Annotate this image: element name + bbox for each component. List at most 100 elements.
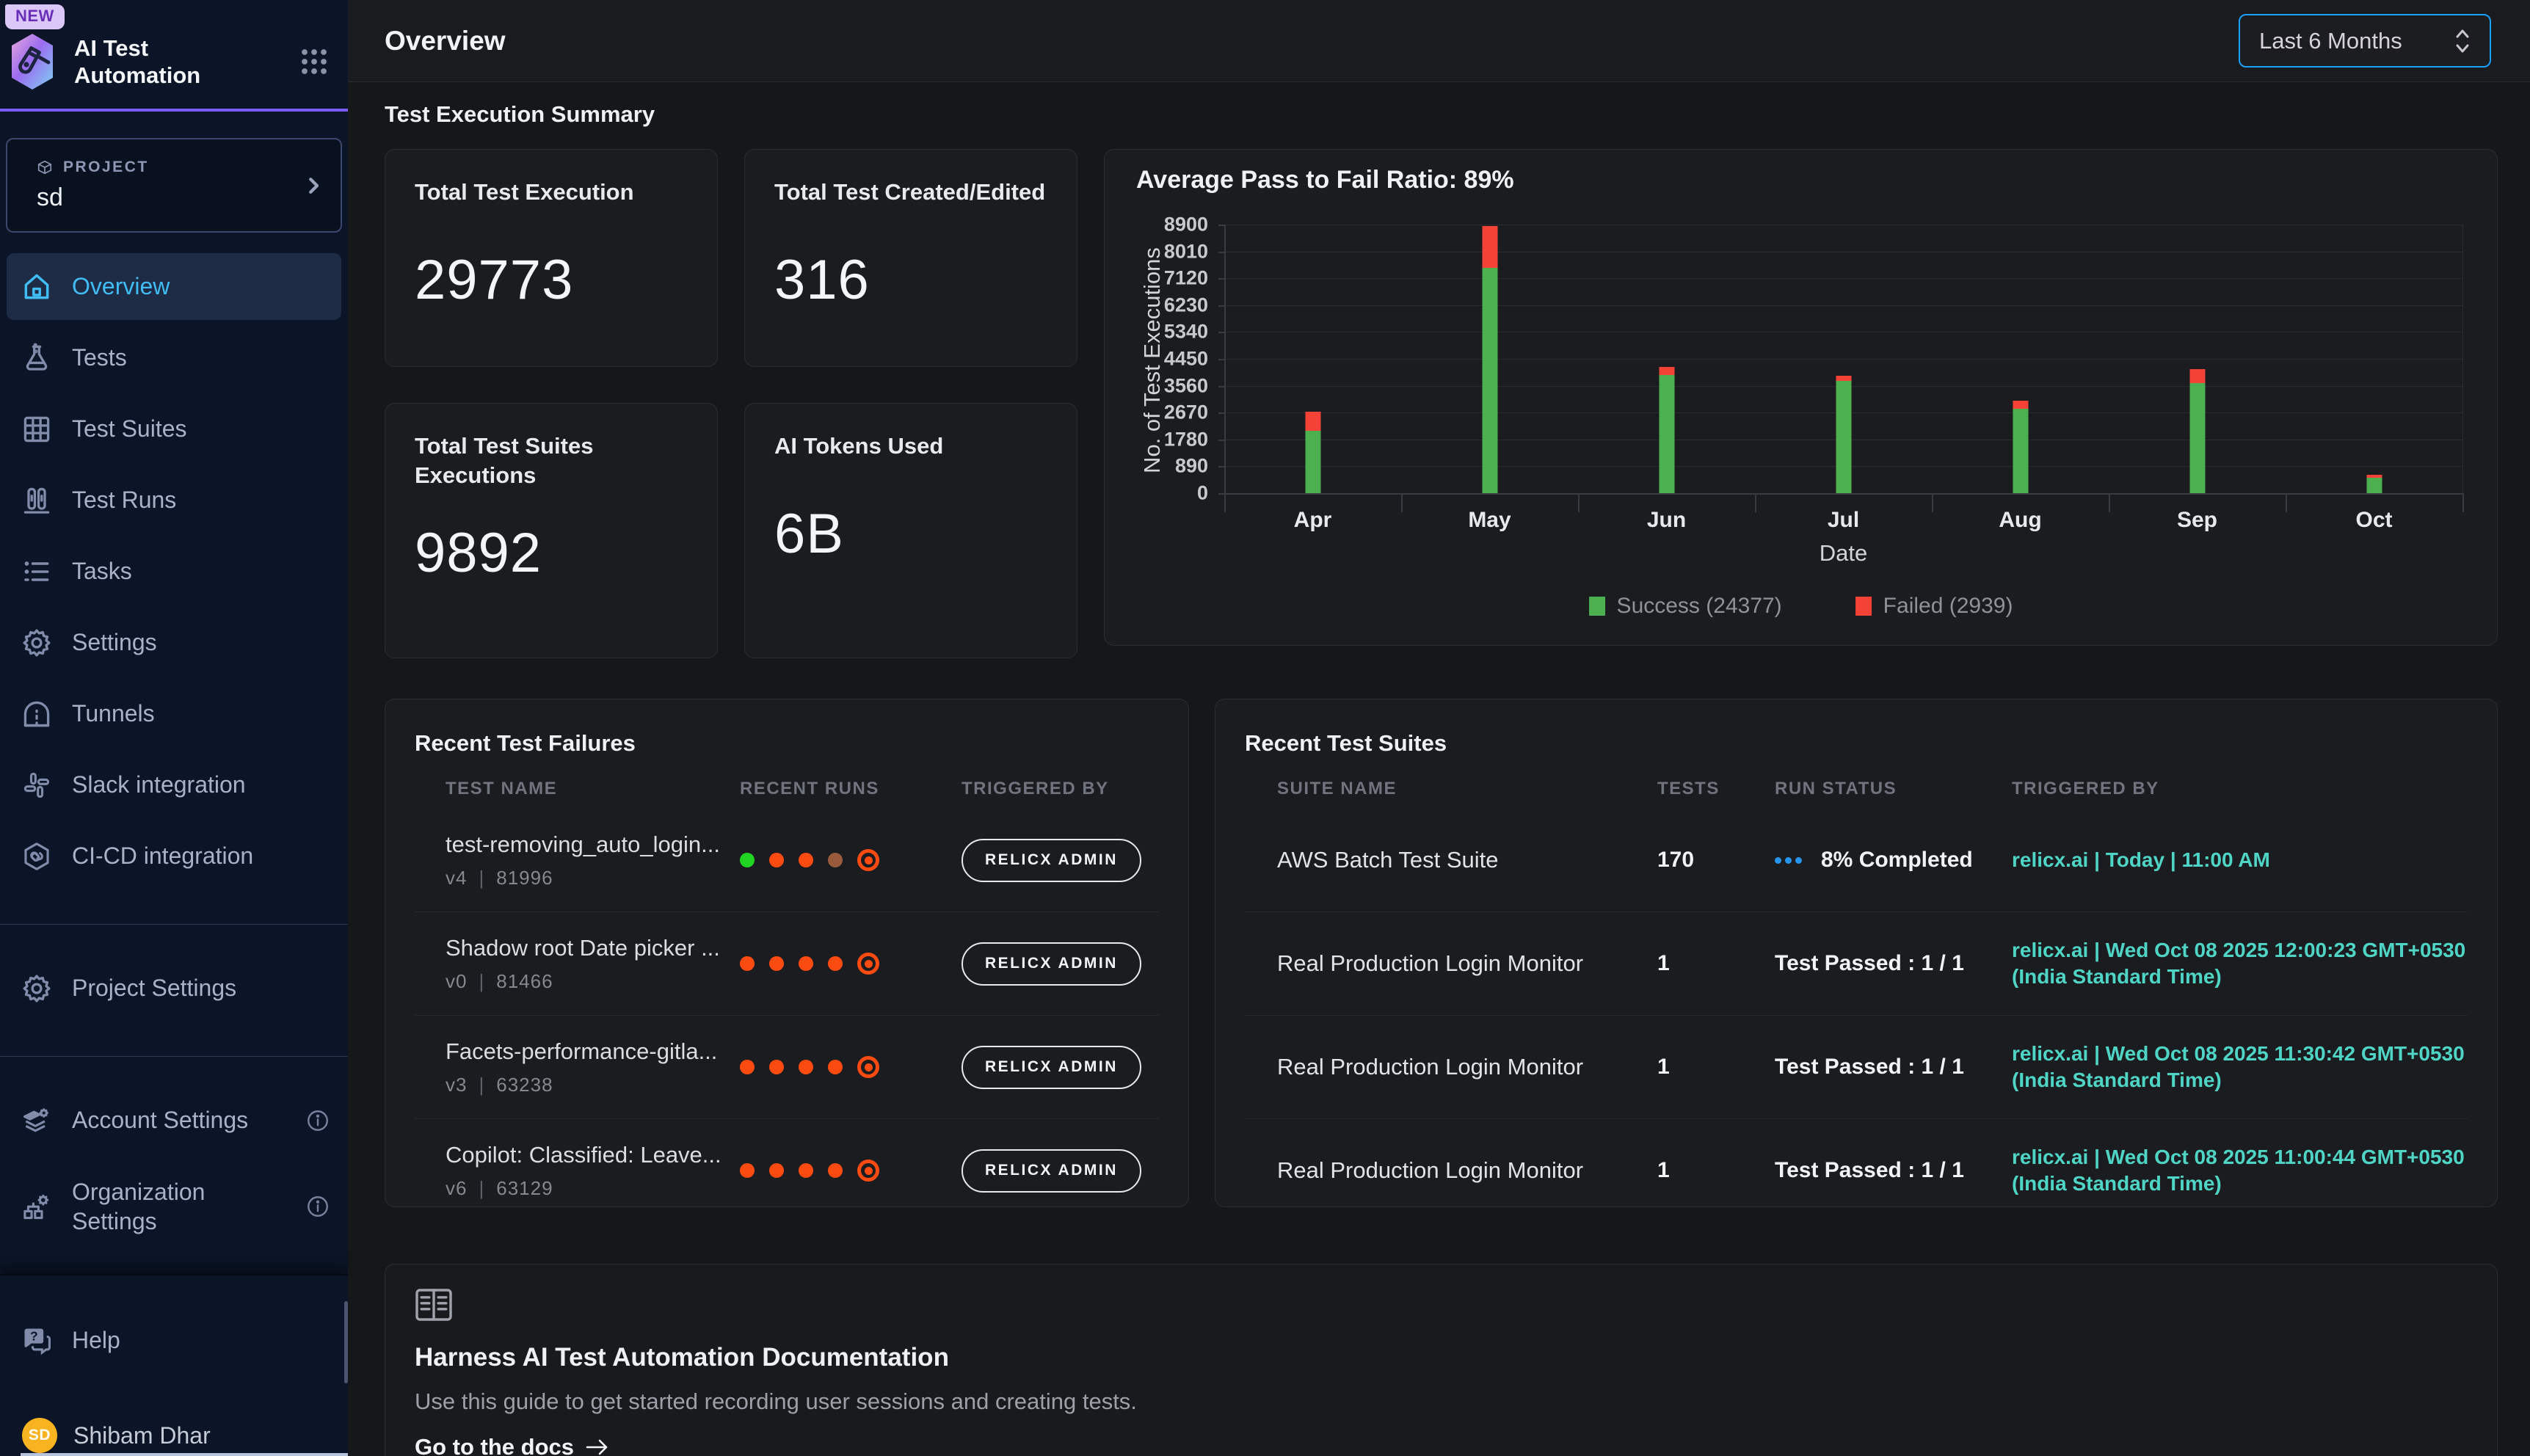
page-content: Test Execution Summary Total Test Execut…: [348, 82, 2530, 1456]
suite-row[interactable]: Real Production Login Monitor1Test Passe…: [1215, 1016, 2497, 1118]
go-to-docs-link[interactable]: Go to the docs: [415, 1434, 2468, 1456]
sidebar-scrollbar-horizontal[interactable]: [21, 1453, 348, 1456]
run-status-dot-orange[interactable]: [769, 853, 784, 867]
sidebar-item-tasks[interactable]: Tasks: [0, 536, 348, 607]
suite-row[interactable]: AWS Batch Test Suite1708% Completedrelic…: [1215, 809, 2497, 911]
suite-run-status: Test Passed : 1 / 1: [1775, 1055, 2012, 1080]
run-status-dot-orange[interactable]: [828, 956, 843, 971]
date-range-select[interactable]: Last 6 Months: [2239, 14, 2491, 68]
bar-failed-apr: [1305, 412, 1320, 431]
sidebar-item-tests[interactable]: Tests: [0, 322, 348, 393]
test-name[interactable]: Copilot: Classified: Leave...: [446, 1142, 740, 1168]
run-status-ring-icon[interactable]: [857, 1160, 879, 1182]
sidebar-item-label: Help: [72, 1327, 120, 1354]
suite-name[interactable]: AWS Batch Test Suite: [1277, 847, 1657, 873]
test-version: v3: [446, 1074, 467, 1096]
suite-row[interactable]: Real Production Login Monitor1Test Passe…: [1215, 1119, 2497, 1207]
sidebar-item-organization-settings[interactable]: Organization Settings: [0, 1156, 348, 1256]
chevron-right-icon: [302, 173, 324, 198]
run-status-dot-orange[interactable]: [799, 1163, 813, 1178]
legend-swatch: [1589, 597, 1605, 616]
relicx-admin-button[interactable]: RELICX ADMIN: [962, 1149, 1141, 1193]
separator: |: [479, 970, 484, 993]
page-title: Overview: [385, 26, 506, 57]
run-status-ring-icon[interactable]: [857, 1056, 879, 1078]
sidebar-item-account-settings[interactable]: Account Settings: [0, 1085, 348, 1156]
run-status-ring-icon[interactable]: [857, 849, 879, 871]
app-switcher-icon[interactable]: [299, 46, 329, 77]
avatar: SD: [22, 1418, 57, 1453]
test-name[interactable]: Facets-performance-gitla...: [446, 1038, 740, 1065]
sidebar-item-settings[interactable]: Settings: [0, 607, 348, 678]
failure-row[interactable]: test-removing_auto_login...v4|81996RELIC…: [385, 809, 1188, 911]
column-header: RUN STATUS: [1775, 779, 2012, 799]
run-status-dot-orange[interactable]: [740, 956, 755, 971]
y-axis-tick: [1218, 386, 1224, 387]
run-status-ring-icon[interactable]: [857, 953, 879, 975]
relicx-admin-button[interactable]: RELICX ADMIN: [962, 839, 1141, 882]
suite-row[interactable]: Real Production Login Monitor1Test Passe…: [1215, 912, 2497, 1015]
section-title: Test Execution Summary: [385, 101, 2498, 128]
failure-triggered-cell: RELICX ADMIN: [962, 839, 1159, 882]
recent-runs-dots: [740, 953, 962, 975]
chart-panel: Average Pass to Fail Ratio: 89% 08901780…: [1104, 149, 2498, 646]
legend-swatch: [1855, 597, 1872, 616]
sidebar-item-highlight: [7, 609, 341, 676]
legend-item[interactable]: Success (24377): [1589, 594, 1782, 619]
bar-failed-sep: [2189, 369, 2205, 383]
run-status-dot-orange[interactable]: [799, 853, 813, 867]
suite-name[interactable]: Real Production Login Monitor: [1277, 950, 1657, 977]
sidebar-item-project-settings[interactable]: Project Settings: [0, 953, 348, 1024]
test-version-run: v0|81466: [446, 970, 740, 993]
info-icon[interactable]: [305, 1108, 330, 1133]
doc-title: Harness AI Test Automation Documentation: [415, 1343, 2468, 1372]
legend-item[interactable]: Failed (2939): [1855, 594, 2013, 619]
svg-text:?: ?: [30, 1328, 38, 1343]
relicx-admin-button[interactable]: RELICX ADMIN: [962, 1046, 1141, 1089]
recent-test-suites-panel: Recent Test Suites SUITE NAME TESTS RUN …: [1215, 699, 2498, 1207]
chart-legend: Success (24377) Failed (2939): [1589, 594, 2013, 619]
project-selector[interactable]: PROJECT sd: [6, 138, 342, 233]
suite-name[interactable]: Real Production Login Monitor: [1277, 1054, 1657, 1080]
stat-card-4: AI Tokens Used6B: [744, 403, 1077, 658]
stat-card-title: Total Test Execution: [415, 178, 688, 207]
run-status-dot-orange[interactable]: [769, 956, 784, 971]
sidebar-item-overview[interactable]: Overview: [0, 251, 348, 322]
suites-title: Recent Test Suites: [1215, 699, 2497, 757]
test-name[interactable]: Shadow root Date picker ...: [446, 935, 740, 961]
run-status-dot-orange[interactable]: [799, 956, 813, 971]
sidebar-item-help[interactable]: ? Help: [0, 1305, 348, 1376]
user-menu[interactable]: SD Shibam Dhar: [0, 1376, 348, 1456]
arrow-right-icon: [584, 1436, 611, 1456]
run-status-dot-green[interactable]: [740, 853, 755, 867]
run-status-dot-orange[interactable]: [769, 1060, 784, 1074]
run-status-dot-orange[interactable]: [828, 1163, 843, 1178]
failures-title: Recent Test Failures: [385, 699, 1188, 757]
org-gear-icon: [21, 1190, 53, 1223]
x-axis-tick-label: Oct: [2355, 508, 2392, 533]
bar-success-oct: [2366, 478, 2382, 493]
run-status-dot-orange[interactable]: [799, 1060, 813, 1074]
info-icon[interactable]: [305, 1194, 330, 1219]
failure-row[interactable]: Copilot: Classified: Leave...v6|63129REL…: [385, 1119, 1188, 1207]
test-name[interactable]: test-removing_auto_login...: [446, 831, 740, 858]
failure-row[interactable]: Facets-performance-gitla...v3|63238RELIC…: [385, 1016, 1188, 1118]
suite-name[interactable]: Real Production Login Monitor: [1277, 1157, 1657, 1184]
failure-row[interactable]: Shadow root Date picker ... v0|81466 RELIC…: [385, 912, 1188, 1015]
sidebar-item-ci-cd-integration[interactable]: CI-CD integration: [0, 820, 348, 892]
run-status-dot-orange[interactable]: [740, 1163, 755, 1178]
sidebar-scrollbar-vertical[interactable]: [344, 1301, 348, 1383]
task-list-icon: [21, 556, 53, 588]
column-header: TRIGGERED BY: [962, 779, 1159, 799]
bar-failed-jul: [1836, 376, 1851, 382]
y-axis-tick-label: 8900: [1135, 214, 1208, 236]
sidebar-item-test-runs[interactable]: Test Runs: [0, 465, 348, 536]
run-status-dot-orange[interactable]: [769, 1163, 784, 1178]
sidebar-item-slack-integration[interactable]: Slack integration: [0, 749, 348, 820]
sidebar-item-tunnels[interactable]: Tunnels: [0, 678, 348, 749]
run-status-dot-orange[interactable]: [828, 1060, 843, 1074]
run-status-dot-orange[interactable]: [740, 1060, 755, 1074]
relicx-admin-button[interactable]: RELICX ADMIN: [962, 942, 1141, 986]
sidebar-item-test-suites[interactable]: Test Suites: [0, 393, 348, 465]
run-status-dot-brown[interactable]: [828, 853, 843, 867]
